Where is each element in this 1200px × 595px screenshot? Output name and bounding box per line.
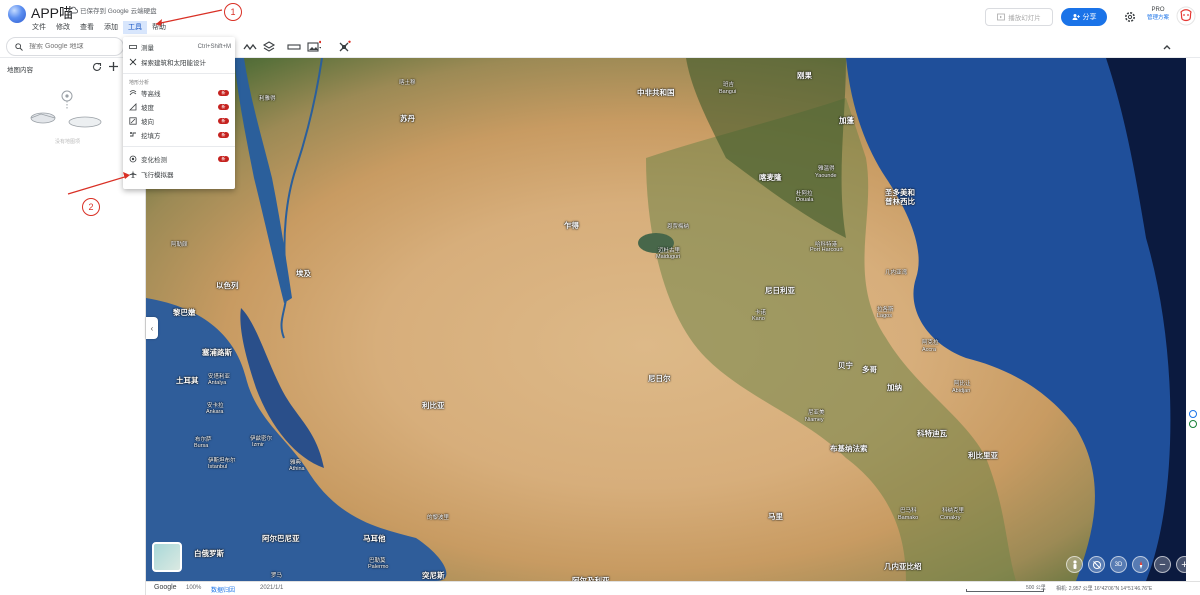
map-style-thumbnail[interactable] — [152, 542, 182, 572]
hide-icon[interactable] — [1088, 556, 1105, 573]
zoom-in-icon[interactable]: + — [1176, 556, 1193, 573]
arrow-2-head — [123, 172, 130, 179]
scale-label: 500 公里 — [1026, 585, 1046, 591]
arrow-1-head — [156, 19, 162, 26]
hide-glyph — [1092, 560, 1101, 569]
camera-coordinates: 相机: 2,957 公里 16°42'06"N 14°51'46.76"E — [1056, 586, 1153, 592]
annotation-arrows — [67, 9, 223, 195]
3d-icon[interactable]: 3D — [1110, 556, 1127, 573]
zoom-level: 100% — [186, 585, 202, 591]
zoom-out-icon[interactable]: − — [1154, 556, 1171, 573]
data-credits-link[interactable]: 数据归因 — [211, 585, 235, 594]
annotation-marker-1: 1 — [224, 3, 242, 21]
compass-icon[interactable] — [1132, 556, 1149, 573]
google-brand: Google — [154, 584, 177, 591]
annotation-marker-2: 2 — [82, 198, 100, 216]
arrow-2-line — [67, 175, 129, 195]
compass-glyph — [1139, 560, 1142, 569]
status-bar: Google 100% 数据归因 2021/1/1 500 公里 相机: 2,9… — [146, 581, 1200, 595]
arrow-1-line — [155, 9, 223, 25]
imagery-date: 2021/1/1 — [260, 585, 284, 591]
pegman-glyph — [1072, 559, 1077, 569]
pegman-icon[interactable] — [1066, 556, 1083, 573]
